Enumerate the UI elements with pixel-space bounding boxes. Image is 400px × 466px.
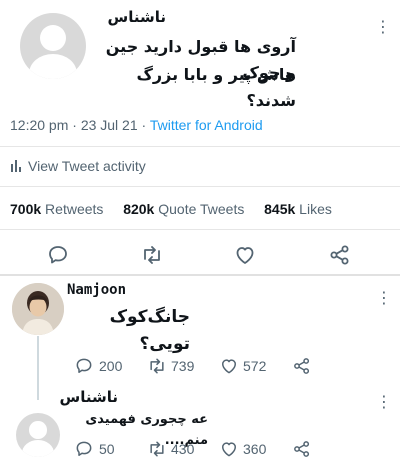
username[interactable]: ناشناس (90, 8, 166, 26)
share-icon[interactable] (328, 243, 352, 267)
tweet-text-line-2: هاش پیر و بابا بزرگ شدند؟ (136, 65, 296, 110)
more-icon[interactable]: ⋮ (375, 18, 391, 36)
retweet-icon[interactable] (147, 356, 167, 376)
avatar[interactable] (16, 413, 60, 457)
like-icon[interactable] (219, 356, 239, 376)
tweet-text: جانگ‌کوک تویی؟ (109, 307, 190, 355)
retweets-stat[interactable]: 700k Retweets (10, 201, 103, 217)
more-icon[interactable]: ⋮ (376, 393, 392, 411)
avatar[interactable] (20, 13, 86, 79)
username[interactable]: Namjoon (67, 282, 126, 298)
reply-icon[interactable] (46, 243, 70, 267)
view-activity[interactable]: View Tweet activity (10, 158, 146, 174)
reply-icon[interactable] (74, 439, 94, 459)
thread-line (37, 336, 39, 400)
divider (0, 186, 400, 187)
like-icon[interactable] (233, 243, 257, 267)
timestamp: 12:20 pm · 23 Jul 21 · (10, 117, 150, 133)
retweet-count: 430 (171, 441, 195, 457)
reply-count: 200 (99, 358, 123, 374)
view-activity-label: View Tweet activity (28, 158, 146, 174)
username[interactable]: ناشناس (50, 388, 118, 406)
retweet-count: 739 (171, 358, 195, 374)
quotes-stat[interactable]: 820k Quote Tweets (123, 201, 244, 217)
share-icon[interactable] (292, 356, 312, 376)
retweet-icon[interactable] (140, 243, 164, 267)
divider (0, 229, 400, 230)
more-icon[interactable]: ⋮ (376, 289, 392, 307)
likes-stat[interactable]: 845k Likes (264, 201, 332, 217)
share-icon[interactable] (292, 439, 312, 459)
tweet-meta: 12:20 pm · 23 Jul 21 · Twitter for Andro… (10, 117, 263, 133)
bar-chart-icon (10, 158, 22, 172)
reply-count: 50 (99, 441, 115, 457)
divider (0, 274, 400, 276)
avatar[interactable] (12, 283, 64, 335)
retweet-icon[interactable] (147, 439, 167, 459)
tweet-stats: 700k Retweets 820k Quote Tweets 845k Lik… (10, 201, 332, 217)
reply-icon[interactable] (74, 356, 94, 376)
like-count: 572 (243, 358, 267, 374)
divider (0, 146, 400, 147)
like-count: 360 (243, 441, 267, 457)
source-link[interactable]: Twitter for Android (150, 117, 263, 133)
like-icon[interactable] (219, 439, 239, 459)
